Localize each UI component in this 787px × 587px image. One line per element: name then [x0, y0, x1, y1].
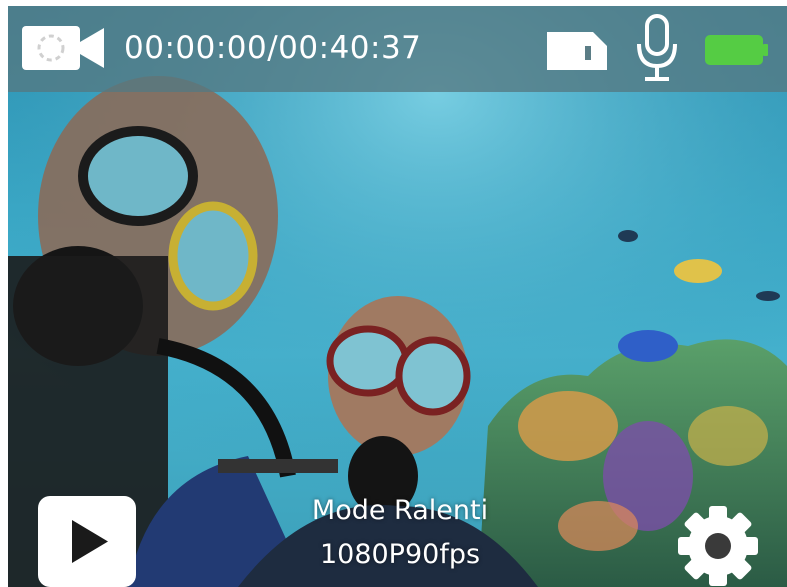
shooting-mode-label: Mode Ralenti — [311, 495, 489, 526]
battery-icon — [705, 33, 769, 67]
gear-icon — [678, 506, 758, 586]
resolution-framerate: 1080P90fps — [319, 539, 481, 570]
video-camera-icon — [22, 22, 104, 74]
settings-button[interactable] — [672, 500, 764, 587]
playback-button[interactable] — [38, 496, 136, 587]
microphone-icon — [635, 14, 679, 82]
recording-timecode: 00:00:00/00:40:37 — [124, 30, 422, 66]
sd-card-icon — [547, 30, 607, 72]
play-icon — [72, 520, 108, 563]
camera-screen: 00:00:00/00:40:37 Mode Ralenti 1080P90fp… — [0, 0, 787, 587]
